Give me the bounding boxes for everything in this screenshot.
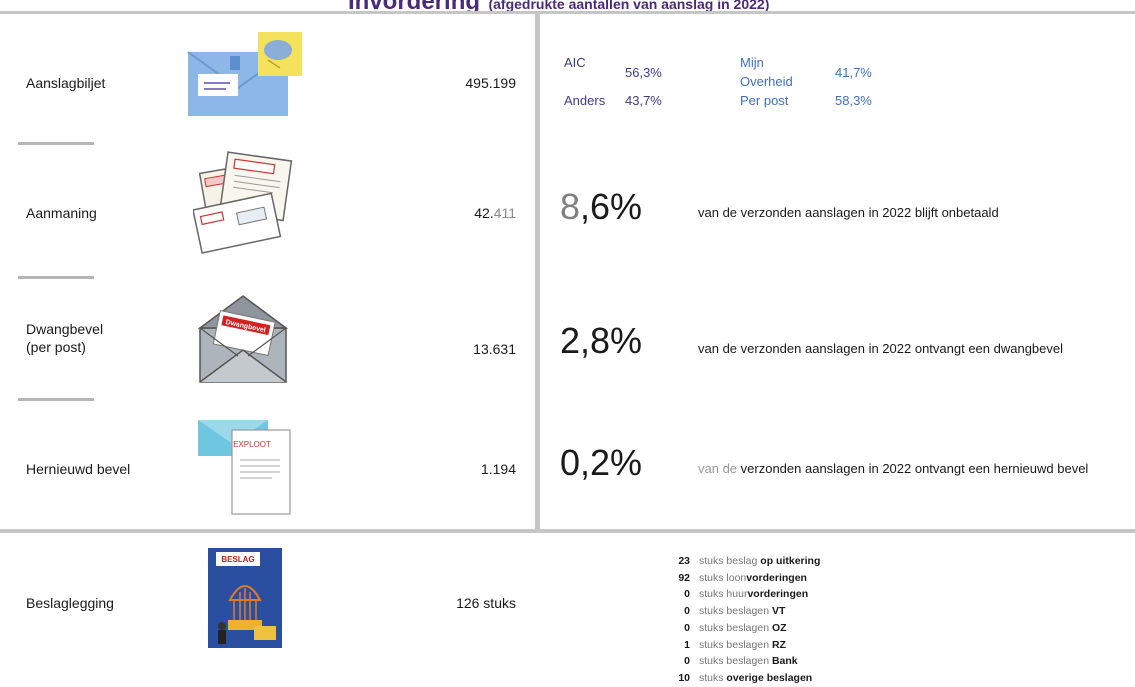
reminder-letters-icon: [193, 150, 293, 254]
list-item: 0 stuks beslagen VT: [684, 605, 786, 618]
writ-envelope-icon: Dwangbevel: [198, 294, 290, 386]
row-label-dwangbevel: Dwangbevel (per post): [26, 321, 104, 355]
stat-anders-label: Anders: [564, 93, 606, 108]
bottom-divider: [0, 529, 1135, 533]
percent-aanmaning: 8,6%: [560, 186, 643, 227]
stat-mijn-overheid-label-2: Overheid: [740, 74, 793, 89]
stat-mijn-overheid-label-1: Mijn: [740, 55, 764, 70]
row-separator: [18, 398, 94, 401]
percent-dwangbevel: 2,8%: [560, 320, 643, 361]
top-divider: [0, 11, 1135, 14]
stat-aic-label: AIC: [564, 55, 586, 70]
stat-mijn-overheid-value: 41,7%: [835, 65, 872, 80]
list-item: 23 stuks beslag op uitkering: [678, 555, 821, 567]
list-item: 10 stuks overige beslagen: [678, 671, 813, 684]
row-label-beslaglegging: Beslaglegging: [26, 595, 114, 611]
list-item: 0 stuks huurvorderingen: [684, 588, 809, 601]
tax-assessment-envelope-icon: [186, 30, 306, 120]
stat-per-post-value: 58,3%: [835, 93, 872, 108]
poster-label: BESLAG: [221, 555, 254, 564]
stat-per-post-label: Per post: [740, 93, 789, 108]
row-label-aanmaning: Aanmaning: [26, 205, 97, 221]
seizure-poster-icon: BESLAG: [208, 548, 282, 648]
description-dwangbevel: van de verzonden aanslagen in 2022 ontva…: [698, 341, 1064, 356]
row-count-aanslagbiljet: 495.199: [465, 75, 516, 91]
stat-aic-value: 56,3%: [625, 65, 662, 80]
description-hernieuwd-bevel: van de verzonden aanslagen in 2022 ontva…: [698, 461, 1089, 476]
list-item: 92 stuks loonvorderingen: [678, 571, 807, 584]
list-item: 1 stuks beslagen RZ: [684, 638, 786, 651]
list-item: 0 stuks beslagen OZ: [684, 621, 787, 634]
row-label-hernieuwd-bevel: Hernieuwd bevel: [26, 461, 131, 477]
list-item: 0 stuks beslagen Bank: [684, 655, 798, 668]
row-count-hernieuwd-bevel: 1.194: [480, 461, 516, 477]
row-separator: [18, 142, 94, 145]
row-count-aanmaning: 42.411: [474, 205, 516, 221]
description-aanmaning: van de verzonden aanslagen in 2022 blijf…: [698, 205, 999, 220]
row-count-beslaglegging: 126 stuks: [456, 595, 516, 611]
row-count-dwangbevel: 13.631: [473, 341, 516, 357]
row-separator: [18, 276, 94, 279]
bailiff-notice-icon: EXPLOOT: [196, 418, 294, 516]
notice-label: EXPLOOT: [233, 440, 271, 449]
percent-hernieuwd-bevel: 0,2%: [560, 442, 643, 483]
row-label-aanslagbiljet: Aanslagbiljet: [26, 75, 106, 91]
seizure-breakdown-list: 23 stuks beslag op uitkering 92 stuks loon…: [664, 553, 820, 687]
vertical-divider: [535, 12, 540, 530]
stat-anders-value: 43,7%: [625, 93, 662, 108]
